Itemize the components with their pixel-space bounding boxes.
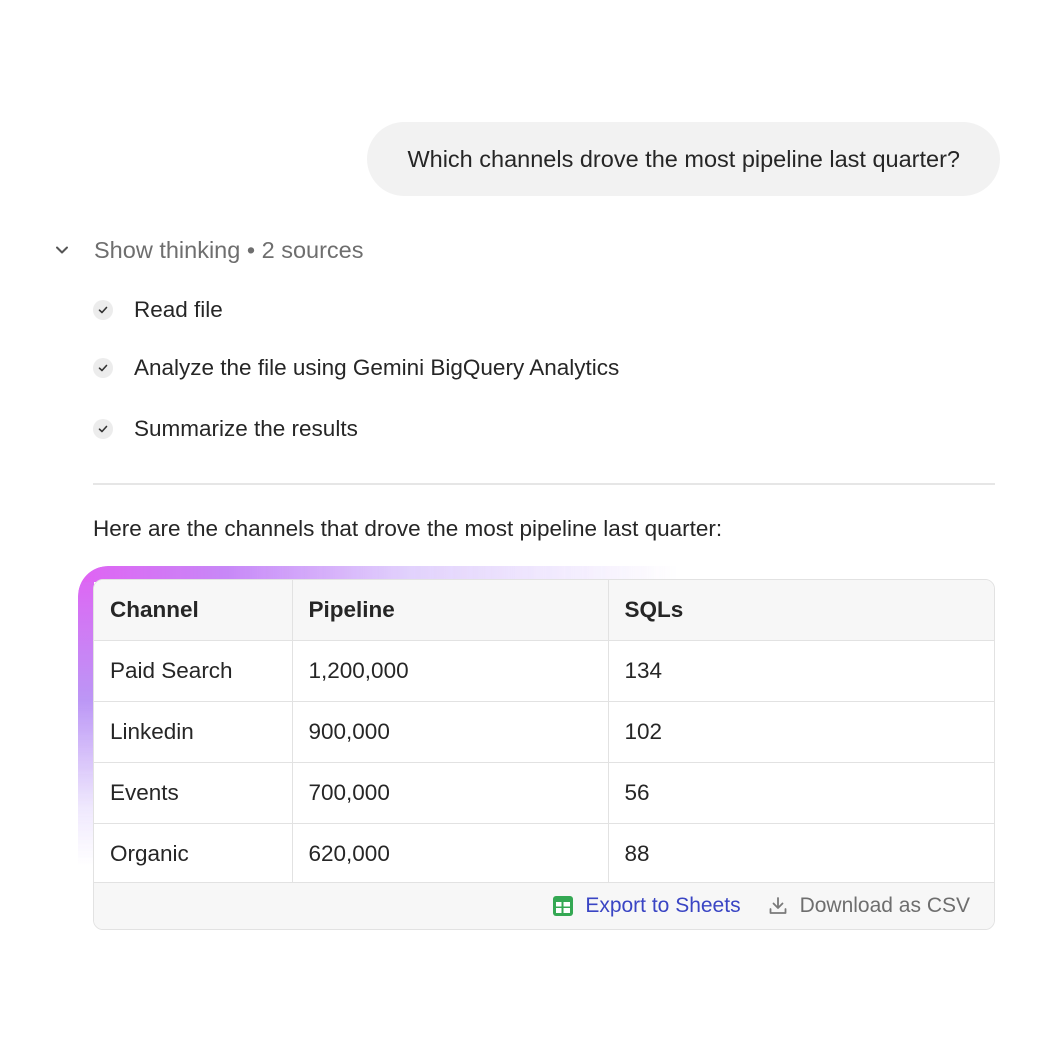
thinking-step: Summarize the results (93, 409, 358, 449)
results-table: Channel Pipeline SQLs Paid Search 1,200,… (94, 580, 994, 885)
checkmark-icon (93, 419, 113, 439)
table-row: Organic 620,000 88 (94, 823, 994, 885)
checkmark-icon (93, 300, 113, 320)
download-csv-label[interactable]: Download as CSV (800, 894, 970, 918)
table-row: Events 700,000 56 (94, 762, 994, 824)
results-table-container: Channel Pipeline SQLs Paid Search 1,200,… (93, 579, 995, 930)
response-intro: Here are the channels that drove the mos… (93, 516, 723, 541)
table-cell: Events (94, 762, 293, 824)
table-cell: Linkedin (94, 701, 293, 763)
table-row: Linkedin 900,000 102 (94, 701, 994, 763)
table-cell: 88 (608, 823, 994, 885)
show-thinking-label[interactable]: Show thinking • 2 sources (94, 237, 363, 264)
table-cell: Paid Search (94, 640, 293, 702)
user-prompt-bubble: Which channels drove the most pipeline l… (367, 122, 1000, 196)
divider (93, 483, 995, 485)
table-cell: 1,200,000 (292, 640, 609, 702)
table-actions: Export to Sheets Download as CSV (94, 882, 994, 929)
checkmark-icon (93, 358, 113, 378)
table-cell: 700,000 (292, 762, 609, 824)
download-csv-button[interactable]: Download as CSV (767, 894, 970, 918)
thinking-step: Read file (93, 290, 223, 330)
thinking-step-label: Read file (134, 297, 223, 322)
table-header-cell: Pipeline (292, 580, 609, 641)
table-header-cell: Channel (94, 580, 293, 641)
chevron-down-icon[interactable] (48, 236, 76, 264)
table-cell: 102 (608, 701, 994, 763)
show-thinking-toggle[interactable]: Show thinking • 2 sources (48, 230, 363, 270)
table-cell: 900,000 (292, 701, 609, 763)
table-row: Paid Search 1,200,000 134 (94, 640, 994, 702)
export-to-sheets-label[interactable]: Export to Sheets (585, 894, 740, 918)
export-to-sheets-button[interactable]: Export to Sheets (552, 894, 741, 918)
table-cell: 134 (608, 640, 994, 702)
table-cell: Organic (94, 823, 293, 885)
table-cell: 620,000 (292, 823, 609, 885)
thinking-step: Analyze the file using Gemini BigQuery A… (93, 348, 619, 388)
thinking-step-label: Summarize the results (134, 416, 358, 441)
user-prompt-text: Which channels drove the most pipeline l… (407, 145, 960, 172)
table-header-row: Channel Pipeline SQLs (94, 580, 994, 641)
table-cell: 56 (608, 762, 994, 824)
thinking-step-label: Analyze the file using Gemini BigQuery A… (134, 355, 620, 380)
chat-page: Which channels drove the most pipeline l… (0, 0, 1060, 1060)
sheets-icon (552, 895, 574, 917)
table-header-cell: SQLs (608, 580, 994, 641)
download-icon (767, 895, 789, 917)
